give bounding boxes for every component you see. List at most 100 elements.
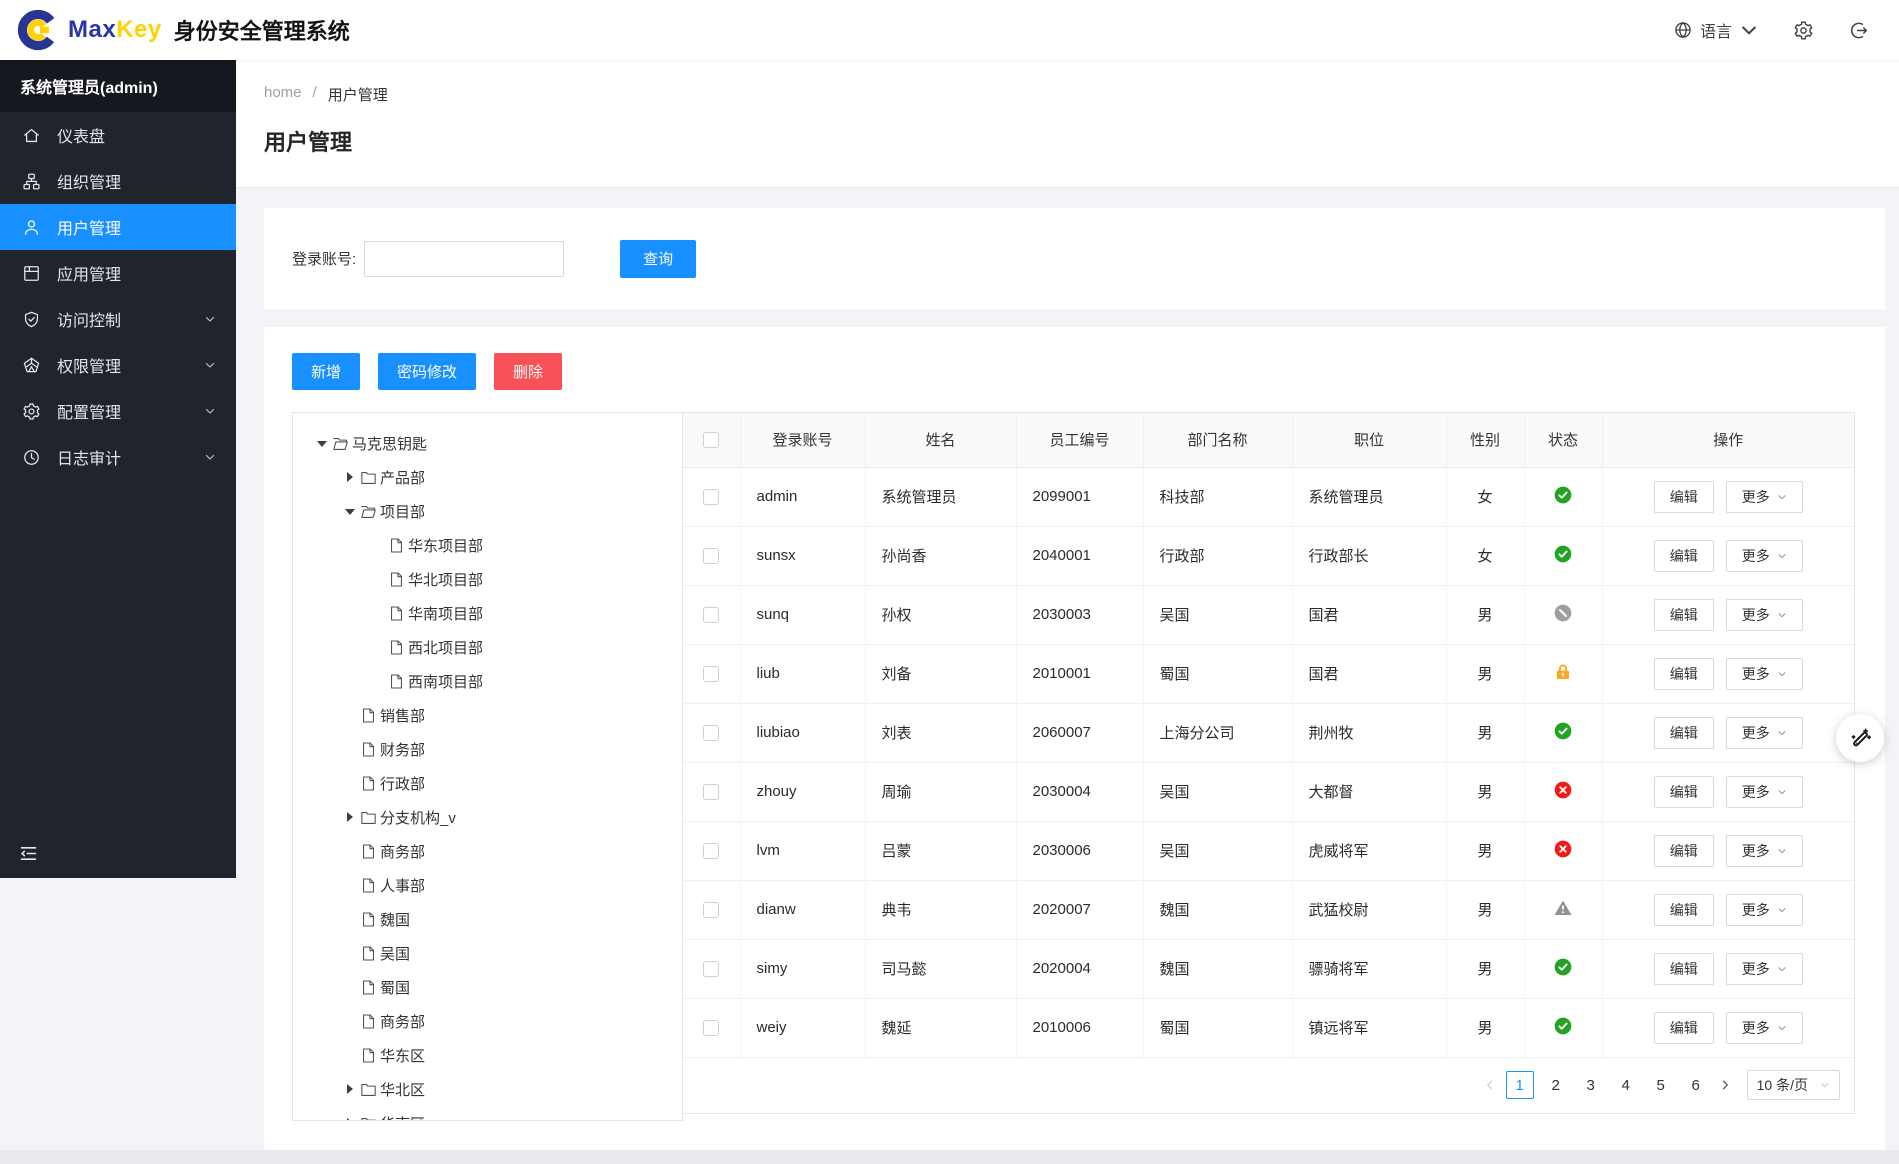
row-checkbox[interactable] — [703, 961, 720, 978]
chevron-left-icon[interactable] — [1483, 1078, 1497, 1092]
page-size-select[interactable]: 10 条/页 — [1746, 1070, 1840, 1100]
row-checkbox[interactable] — [703, 784, 720, 801]
file-icon — [388, 673, 405, 690]
tree-item[interactable]: 魏国 — [301, 902, 674, 936]
page-number[interactable]: 1 — [1505, 1071, 1534, 1099]
tree-item[interactable]: 商务部 — [301, 834, 674, 868]
page-number[interactable]: 3 — [1578, 1071, 1604, 1099]
tree-item[interactable]: 华东项目部 — [301, 528, 674, 562]
magic-wand-button[interactable] — [1836, 714, 1884, 762]
tree-item[interactable]: 分支机构_v — [301, 800, 674, 834]
more-button[interactable]: 更多 — [1725, 716, 1803, 749]
tree-item[interactable]: 行政部 — [301, 766, 674, 800]
pagination: 1 2 3 4 5 6 10 条/页 — [683, 1058, 1854, 1113]
sidebar-item-label: 仪表盘 — [57, 129, 106, 146]
page-number[interactable]: 2 — [1543, 1071, 1569, 1099]
tree-item[interactable]: 华北区 — [301, 1072, 674, 1106]
sidebar-item-user[interactable]: 用户管理 — [0, 204, 236, 250]
sidebar-item-config[interactable]: 配置管理 — [0, 388, 236, 434]
edit-button[interactable]: 编辑 — [1653, 775, 1714, 808]
tree-item-label: 华南区 — [380, 1113, 425, 1121]
chevron-down-icon — [1777, 492, 1787, 502]
tree-item-label: 华东区 — [380, 1047, 426, 1065]
caret-right-icon[interactable] — [339, 809, 360, 825]
row-checkbox[interactable] — [703, 1020, 720, 1037]
edit-button[interactable]: 编辑 — [1653, 834, 1714, 867]
page-number[interactable]: 4 — [1613, 1071, 1639, 1099]
caret-right-icon[interactable] — [339, 1115, 360, 1120]
edit-button[interactable]: 编辑 — [1653, 657, 1714, 690]
more-button[interactable]: 更多 — [1725, 1011, 1803, 1044]
delete-button[interactable]: 删除 — [494, 353, 563, 390]
employee_no-cell: 2020007 — [1016, 880, 1144, 940]
query-button[interactable]: 查询 — [620, 239, 697, 278]
change-password-button[interactable]: 密码修改 — [378, 353, 477, 390]
tree-item[interactable]: 华东区 — [301, 1038, 674, 1072]
edit-button[interactable]: 编辑 — [1653, 1011, 1714, 1044]
menu-fold-icon[interactable] — [18, 843, 39, 864]
row-checkbox[interactable] — [703, 843, 720, 860]
name-cell: 司马懿 — [865, 939, 1017, 999]
chevron-right-icon[interactable] — [1718, 1078, 1732, 1092]
tree-item[interactable]: 吴国 — [301, 936, 674, 970]
tree-item[interactable]: 人事部 — [301, 868, 674, 902]
row-checkbox[interactable] — [703, 666, 720, 683]
row-checkbox[interactable] — [703, 548, 720, 565]
tree-item[interactable]: 马克思钥匙 — [301, 426, 674, 460]
tree-item[interactable]: 产品部 — [301, 460, 674, 494]
shield-icon — [22, 310, 41, 329]
tree-item[interactable]: 商务部 — [301, 1004, 674, 1038]
edit-button[interactable]: 编辑 — [1653, 716, 1714, 749]
tree-item[interactable]: 华南项目部 — [301, 596, 674, 630]
tree-item[interactable]: 华南区 — [301, 1106, 674, 1121]
table-header-row: 登录账号 姓名 员工编号 部门名称 职位 性别 状态 操作 — [683, 413, 1854, 468]
more-button[interactable]: 更多 — [1725, 657, 1803, 690]
page-number[interactable]: 6 — [1683, 1071, 1709, 1099]
sidebar-item-gem[interactable]: 权限管理 — [0, 342, 236, 388]
row-checkbox[interactable] — [703, 725, 720, 742]
caret-down-icon[interactable] — [339, 503, 360, 519]
file-icon — [360, 911, 377, 928]
tree-item[interactable]: 项目部 — [301, 494, 674, 528]
edit-button[interactable]: 编辑 — [1653, 539, 1714, 572]
edit-button[interactable]: 编辑 — [1653, 952, 1714, 985]
row-checkbox[interactable] — [703, 607, 720, 624]
add-button[interactable]: 新增 — [292, 353, 361, 390]
more-button[interactable]: 更多 — [1725, 775, 1803, 808]
sidebar-item-clock[interactable]: 日志审计 — [0, 434, 236, 480]
edit-button[interactable]: 编辑 — [1653, 893, 1714, 926]
breadcrumb-home[interactable]: home — [264, 84, 302, 105]
tree-item[interactable]: 西南项目部 — [301, 664, 674, 698]
tree-item[interactable]: 蜀国 — [301, 970, 674, 1004]
page-number[interactable]: 5 — [1648, 1071, 1674, 1099]
more-button[interactable]: 更多 — [1725, 480, 1803, 513]
sidebar-item-app[interactable]: 应用管理 — [0, 250, 236, 296]
caret-right-icon[interactable] — [339, 469, 360, 485]
row-checkbox[interactable] — [703, 902, 720, 919]
language-switcher[interactable]: 语言 — [1673, 18, 1759, 42]
edit-button[interactable]: 编辑 — [1653, 598, 1714, 631]
more-button[interactable]: 更多 — [1725, 893, 1803, 926]
sidebar-item-org[interactable]: 组织管理 — [0, 158, 236, 204]
logout-button[interactable] — [1848, 20, 1869, 41]
sidebar-item-shield[interactable]: 访问控制 — [0, 296, 236, 342]
edit-button[interactable]: 编辑 — [1653, 480, 1714, 513]
employee_no-cell: 2010006 — [1016, 998, 1144, 1058]
login-account-input[interactable] — [364, 240, 565, 277]
more-button[interactable]: 更多 — [1725, 834, 1803, 867]
more-button[interactable]: 更多 — [1725, 539, 1803, 572]
tree-item[interactable]: 销售部 — [301, 698, 674, 732]
caret-right-icon[interactable] — [339, 1081, 360, 1097]
caret-down-icon[interactable] — [311, 435, 332, 451]
sidebar-item-home[interactable]: 仪表盘 — [0, 112, 236, 158]
more-button[interactable]: 更多 — [1725, 952, 1803, 985]
more-button[interactable]: 更多 — [1725, 598, 1803, 631]
select-all-checkbox[interactable] — [703, 432, 720, 449]
home-icon — [22, 126, 41, 145]
tree-item[interactable]: 华北项目部 — [301, 562, 674, 596]
tree-item[interactable]: 财务部 — [301, 732, 674, 766]
position-cell: 武猛校尉 — [1292, 880, 1447, 940]
tree-item[interactable]: 西北项目部 — [301, 630, 674, 664]
settings-button[interactable] — [1793, 20, 1814, 41]
row-checkbox[interactable] — [703, 489, 720, 506]
